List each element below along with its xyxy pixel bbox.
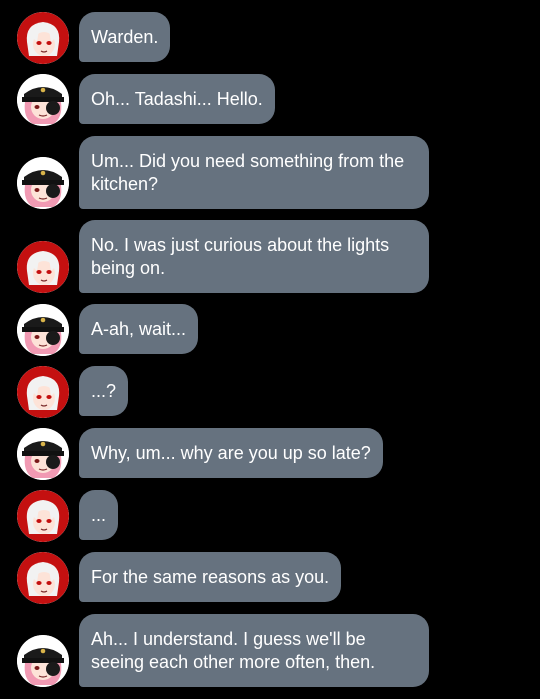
chat-message: Warden. <box>0 12 540 64</box>
warden-avatar-icon[interactable] <box>17 241 69 293</box>
chat-message: Oh... Tadashi... Hello. <box>0 74 540 126</box>
message-bubble[interactable]: Oh... Tadashi... Hello. <box>79 74 275 124</box>
message-bubble[interactable]: A-ah, wait... <box>79 304 199 354</box>
message-text: A-ah, wait... <box>91 318 187 339</box>
tadashi-avatar-icon[interactable] <box>17 635 69 687</box>
warden-avatar-icon[interactable] <box>17 12 69 64</box>
message-bubble[interactable]: ... <box>79 490 119 540</box>
message-text: For the same reasons as you. <box>91 566 330 587</box>
message-bubble[interactable]: ...? <box>79 366 129 416</box>
tadashi-avatar-icon[interactable] <box>17 428 69 480</box>
message-text: Ah... I understand. I guess we'll be see… <box>91 628 376 672</box>
warden-avatar-icon[interactable] <box>17 490 69 542</box>
message-text: Why, um... why are you up so late? <box>91 442 371 463</box>
tadashi-avatar-icon[interactable] <box>17 304 69 356</box>
message-text: Warden. <box>91 26 159 47</box>
message-bubble[interactable]: Ah... I understand. I guess we'll be see… <box>79 614 429 687</box>
message-bubble[interactable]: Why, um... why are you up so late? <box>79 428 383 478</box>
message-bubble[interactable]: Warden. <box>79 12 171 62</box>
message-bubble[interactable]: Um... Did you need something from the ki… <box>79 136 429 209</box>
message-text: Um... Did you need something from the ki… <box>91 150 405 194</box>
chat-message: No. I was just curious about the lights … <box>0 220 540 293</box>
chat-message: Why, um... why are you up so late? <box>0 428 540 480</box>
chat-message: ...? <box>0 366 540 418</box>
chat-message: Ah... I understand. I guess we'll be see… <box>0 614 540 687</box>
chat-message: A-ah, wait... <box>0 304 540 356</box>
chat-message: For the same reasons as you. <box>0 552 540 604</box>
chat-log: Warden. Oh... Tadashi... Hello. Um... Di… <box>0 0 540 699</box>
message-text: ...? <box>91 380 117 401</box>
message-bubble[interactable]: For the same reasons as you. <box>79 552 342 602</box>
message-bubble[interactable]: No. I was just curious about the lights … <box>79 220 429 293</box>
chat-message: ... <box>0 490 540 542</box>
message-text: No. I was just curious about the lights … <box>91 234 390 278</box>
warden-avatar-icon[interactable] <box>17 366 69 418</box>
message-text: Oh... Tadashi... Hello. <box>91 88 263 109</box>
tadashi-avatar-icon[interactable] <box>17 157 69 209</box>
chat-message: Um... Did you need something from the ki… <box>0 136 540 209</box>
tadashi-avatar-icon[interactable] <box>17 74 69 126</box>
message-text: ... <box>91 504 107 525</box>
warden-avatar-icon[interactable] <box>17 552 69 604</box>
